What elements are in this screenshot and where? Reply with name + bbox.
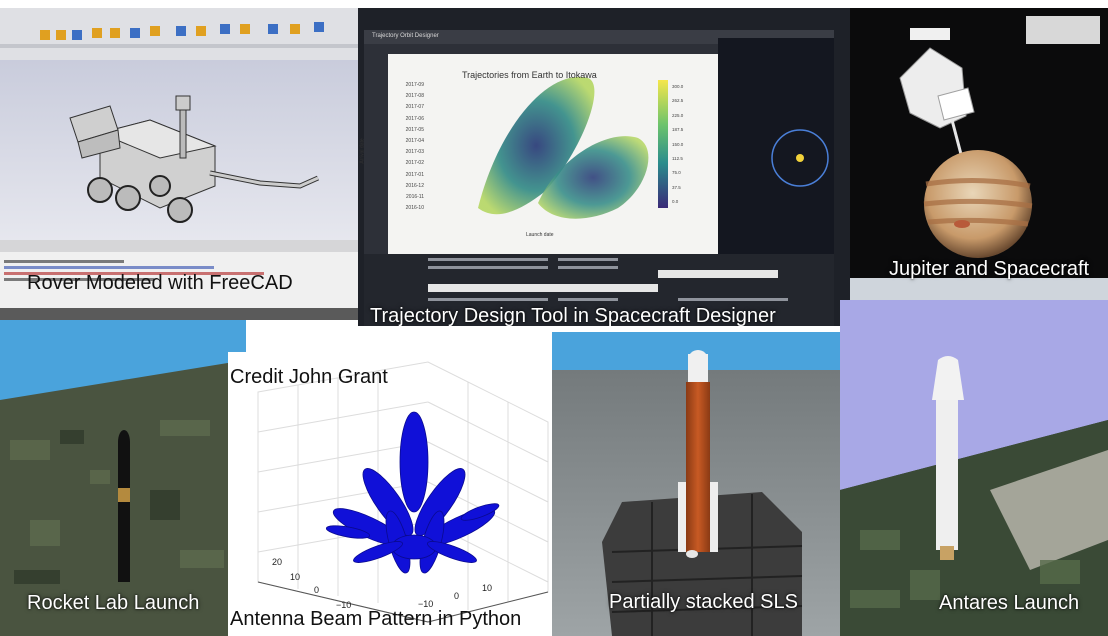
antares-caption: Antares Launch [939, 592, 1080, 614]
trajectory-plot-title: Trajectories from Earth to Itokawa [462, 70, 597, 80]
trajectory-plot-ylabel: Arrival date [359, 138, 366, 164]
jupiter-caption: Jupiter and Spacecraft [889, 258, 1090, 280]
rocketlab-illustration [0, 320, 246, 636]
freecad-rover-photo: Rover Modeled with FreeCAD [0, 8, 358, 320]
trajectory-colorbar-tick: 300.0 [672, 84, 684, 89]
jupiter-spacecraft-photo: Jupiter and Spacecraft [850, 8, 1108, 300]
trajectory-colorbar-tick: 225.0 [672, 112, 684, 118]
antenna-tick-0-b: 0 [454, 591, 460, 601]
trajectory-y-tick: 2017-04 [405, 138, 424, 145]
trajectory-tool-photo: Trajectory Orbit Designer Trajectories f… [358, 8, 850, 326]
sls-photo: Partially stacked SLS [552, 332, 840, 636]
trajectory-y-tick: 2017-03 [405, 149, 424, 156]
antenna-pattern-plot: 20 10 0 −10 −10 0 10 Credit John Grant A… [228, 352, 552, 636]
antares-illustration [840, 300, 1108, 636]
trajectory-colorbar-tick: 75.0 [672, 170, 681, 176]
antenna-tick-20: 20 [272, 557, 283, 567]
trajectory-y-tick: 2016-11 [406, 194, 424, 201]
trajectory-tool-illustration [358, 8, 850, 326]
trajectory-colorbar-tick: 0.0 [672, 199, 679, 205]
trajectory-y-tick: 2016-10 [405, 205, 424, 212]
rocketlab-launch-photo: Rocket Lab Launch [0, 320, 246, 636]
trajectory-y-tick: 2017-01 [405, 171, 424, 178]
trajectory-y-tick: 2017-08 [405, 93, 424, 100]
trajectory-y-tick: 2017-09 [405, 82, 424, 88]
rocketlab-caption: Rocket Lab Launch [27, 592, 200, 614]
trajectory-y-tick: 2016-12 [405, 182, 424, 189]
antenna-3d-plot [228, 352, 552, 636]
trajectory-colorbar-tick: 112.5 [672, 156, 683, 162]
trajectory-caption: Trajectory Design Tool in Spacecraft Des… [370, 305, 776, 326]
trajectory-colorbar-tick: 187.5 [672, 127, 684, 133]
trajectory-y-tick: 2017-06 [405, 115, 424, 122]
trajectory-colorbar-tick: 37.5 [672, 184, 681, 190]
photo-collage: Rover Modeled with FreeCAD Trajectory Or… [0, 0, 1108, 636]
trajectory-colorbar-ticks: 300.0 262.5 225.0 187.5 150.0 112.5 75.0 37.5 0.… [672, 80, 683, 210]
antenna-tick-10: 10 [290, 572, 301, 582]
trajectory-window-title: Trajectory Orbit Designer [372, 33, 439, 39]
trajectory-y-tick: 2017-07 [405, 104, 424, 111]
trajectory-y-tick: 2017-05 [405, 126, 424, 133]
antares-launch-photo: Antares Launch [840, 300, 1108, 636]
antenna-caption: Antenna Beam Pattern in Python [230, 608, 522, 630]
sls-caption: Partially stacked SLS [609, 591, 798, 613]
trajectory-plot-xlabel: Launch date [526, 232, 554, 238]
antenna-credit: Credit John Grant [230, 366, 388, 388]
freecad-caption: Rover Modeled with FreeCAD [27, 272, 293, 294]
trajectory-y-tick: 2017-02 [405, 160, 424, 167]
antenna-tick-0: 0 [314, 585, 320, 595]
jupiter-illustration [850, 8, 1108, 300]
trajectory-colorbar-tick: 262.5 [672, 98, 684, 104]
antenna-tick-10-b: 10 [482, 583, 493, 593]
trajectory-y-ticks: 2017-09 2017-08 2017-07 2017-06 2017-05 2017-… [394, 80, 424, 214]
trajectory-colorbar-tick: 150.0 [672, 141, 684, 147]
